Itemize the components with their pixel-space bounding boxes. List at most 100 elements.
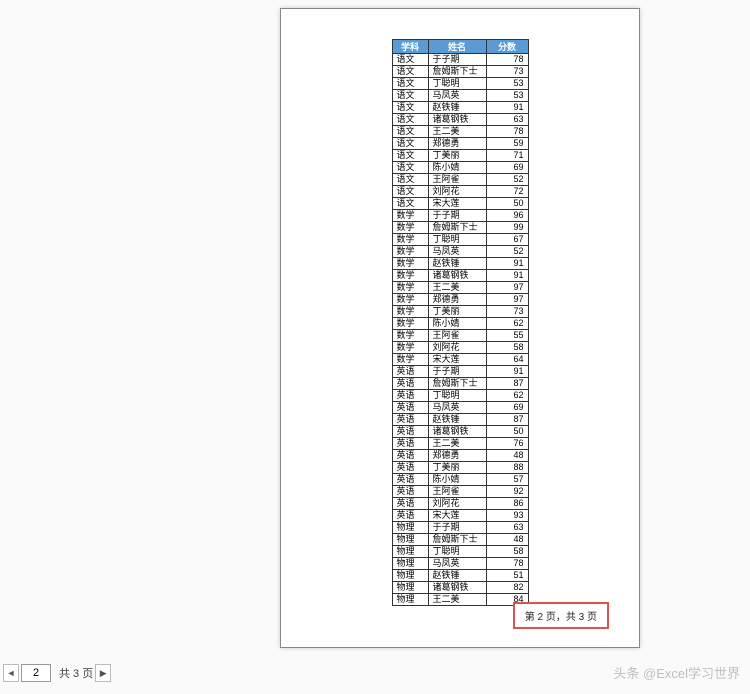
cell-subject: 英语 — [392, 510, 428, 522]
cell-name: 于子期 — [428, 54, 486, 66]
cell-score: 69 — [486, 402, 528, 414]
page-number-input[interactable] — [21, 664, 51, 682]
cell-subject: 英语 — [392, 474, 428, 486]
cell-score: 96 — [486, 210, 528, 222]
cell-name: 马凤英 — [428, 90, 486, 102]
table-row: 物理丁聪明58 — [392, 546, 528, 558]
cell-subject: 语文 — [392, 78, 428, 90]
cell-score: 48 — [486, 450, 528, 462]
table-row: 语文刘阿花72 — [392, 186, 528, 198]
col-score: 分数 — [486, 40, 528, 54]
table-row: 数学陈小婧62 — [392, 318, 528, 330]
table-row: 数学赵铁锤91 — [392, 258, 528, 270]
cell-name: 赵铁锤 — [428, 570, 486, 582]
table-row: 英语诸葛钢铁50 — [392, 426, 528, 438]
cell-subject: 语文 — [392, 126, 428, 138]
table-row: 英语王阿雀92 — [392, 486, 528, 498]
cell-score: 73 — [486, 66, 528, 78]
cell-score: 88 — [486, 462, 528, 474]
table-row: 语文赵铁锤91 — [392, 102, 528, 114]
table-header-row: 学科 姓名 分数 — [392, 40, 528, 54]
cell-subject: 英语 — [392, 498, 428, 510]
cell-name: 宋大莲 — [428, 198, 486, 210]
cell-name: 丁美丽 — [428, 150, 486, 162]
cell-score: 59 — [486, 138, 528, 150]
table-row: 英语詹姆斯下士87 — [392, 378, 528, 390]
cell-score: 64 — [486, 354, 528, 366]
cell-score: 58 — [486, 342, 528, 354]
cell-name: 诸葛钢铁 — [428, 114, 486, 126]
cell-score: 78 — [486, 558, 528, 570]
table-row: 英语马凤英69 — [392, 402, 528, 414]
cell-score: 97 — [486, 294, 528, 306]
cell-subject: 物理 — [392, 570, 428, 582]
prev-page-button[interactable]: ◄ — [3, 664, 19, 682]
table-row: 英语陈小婧57 — [392, 474, 528, 486]
cell-name: 刘阿花 — [428, 342, 486, 354]
cell-subject: 物理 — [392, 534, 428, 546]
watermark-text: 头条 @Excel学习世界 — [613, 663, 740, 682]
cell-score: 50 — [486, 198, 528, 210]
cell-subject: 语文 — [392, 162, 428, 174]
cell-subject: 数学 — [392, 246, 428, 258]
next-page-button[interactable]: ▶ — [95, 664, 111, 682]
table-row: 数学于子期96 — [392, 210, 528, 222]
cell-name: 王阿雀 — [428, 330, 486, 342]
table-row: 物理诸葛钢铁82 — [392, 582, 528, 594]
cell-subject: 语文 — [392, 174, 428, 186]
cell-score: 93 — [486, 510, 528, 522]
cell-score: 76 — [486, 438, 528, 450]
cell-score: 82 — [486, 582, 528, 594]
table-row: 英语丁聪明62 — [392, 390, 528, 402]
cell-subject: 数学 — [392, 318, 428, 330]
cell-name: 赵铁锤 — [428, 258, 486, 270]
cell-score: 50 — [486, 426, 528, 438]
table-row: 语文宋大莲50 — [392, 198, 528, 210]
cell-name: 赵铁锤 — [428, 102, 486, 114]
table-row: 数学郑德勇97 — [392, 294, 528, 306]
cell-subject: 数学 — [392, 342, 428, 354]
page-total-label: 共 3 页 — [59, 665, 93, 681]
cell-subject: 语文 — [392, 66, 428, 78]
table-row: 语文丁聪明53 — [392, 78, 528, 90]
cell-subject: 语文 — [392, 54, 428, 66]
cell-score: 62 — [486, 390, 528, 402]
table-row: 英语丁美丽88 — [392, 462, 528, 474]
cell-subject: 英语 — [392, 462, 428, 474]
table-row: 数学丁聪明67 — [392, 234, 528, 246]
cell-name: 刘阿花 — [428, 498, 486, 510]
table-row: 英语刘阿花86 — [392, 498, 528, 510]
cell-subject: 数学 — [392, 294, 428, 306]
table-row: 语文丁美丽71 — [392, 150, 528, 162]
cell-score: 55 — [486, 330, 528, 342]
cell-score: 86 — [486, 498, 528, 510]
cell-name: 丁聪明 — [428, 546, 486, 558]
cell-score: 78 — [486, 54, 528, 66]
cell-subject: 英语 — [392, 402, 428, 414]
table-row: 数学马凤英52 — [392, 246, 528, 258]
cell-name: 王二美 — [428, 126, 486, 138]
cell-score: 52 — [486, 174, 528, 186]
table-row: 数学丁美丽73 — [392, 306, 528, 318]
table-row: 英语赵铁锤87 — [392, 414, 528, 426]
cell-name: 诸葛钢铁 — [428, 426, 486, 438]
cell-subject: 语文 — [392, 186, 428, 198]
cell-name: 宋大莲 — [428, 510, 486, 522]
cell-subject: 英语 — [392, 486, 428, 498]
cell-score: 72 — [486, 186, 528, 198]
table-row: 语文于子期78 — [392, 54, 528, 66]
table-row: 语文詹姆斯下士73 — [392, 66, 528, 78]
cell-name: 詹姆斯下士 — [428, 222, 486, 234]
cell-score: 87 — [486, 414, 528, 426]
cell-score: 71 — [486, 150, 528, 162]
cell-name: 郑德勇 — [428, 294, 486, 306]
cell-subject: 数学 — [392, 222, 428, 234]
cell-score: 73 — [486, 306, 528, 318]
cell-subject: 数学 — [392, 270, 428, 282]
cell-score: 91 — [486, 258, 528, 270]
cell-name: 郑德勇 — [428, 138, 486, 150]
cell-score: 58 — [486, 546, 528, 558]
cell-name: 马凤英 — [428, 402, 486, 414]
cell-score: 52 — [486, 246, 528, 258]
cell-subject: 数学 — [392, 306, 428, 318]
